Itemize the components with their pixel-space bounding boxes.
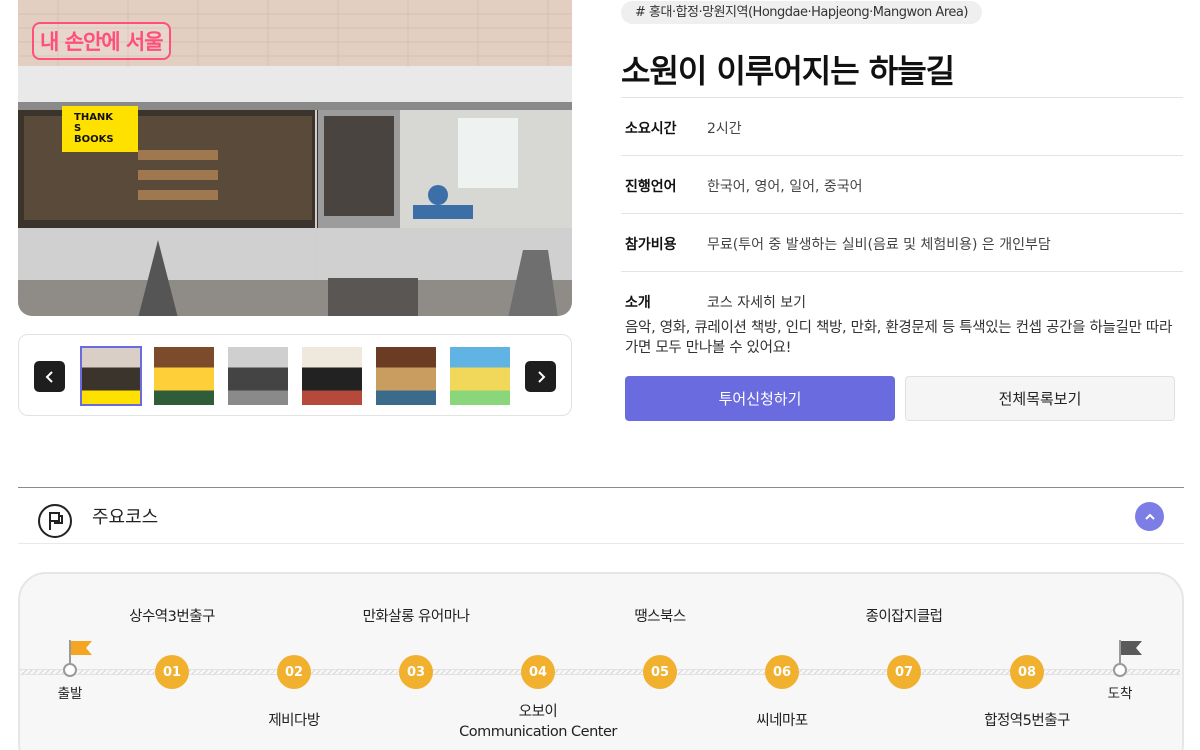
- thumbnail-illustration[interactable]: [450, 347, 510, 405]
- course-stop-label[interactable]: 땡스북스: [634, 607, 686, 627]
- course-stop-label[interactable]: 만화살롱 유어마나: [363, 607, 470, 627]
- thumbnail-poster-wall[interactable]: [302, 347, 362, 405]
- language-label: 진행언어: [625, 179, 677, 195]
- store-sign: THANK S BOOKS: [62, 106, 138, 152]
- course-stop-08[interactable]: 08: [1010, 655, 1044, 689]
- divider: [621, 97, 1183, 98]
- end-label: 도착: [1107, 686, 1133, 702]
- apply-tour-button[interactable]: 투어신청하기: [625, 376, 895, 421]
- page-title: 소원이 이루어지는 하늘길: [621, 52, 955, 90]
- watermark-logo: 내 손안에 서울: [32, 22, 171, 60]
- language-value: 한국어, 영어, 일어, 중국어: [707, 179, 863, 195]
- cost-label: 참가비용: [625, 237, 677, 253]
- course-stop-07[interactable]: 07: [887, 655, 921, 689]
- duration-value: 2시간: [707, 121, 742, 137]
- course-stop-label[interactable]: 오보이 Communication Center: [459, 702, 617, 742]
- thumbnail-bookshelf[interactable]: [376, 347, 436, 405]
- chevron-up-icon: [1144, 513, 1155, 520]
- section-divider: [18, 487, 1184, 488]
- start-point: [63, 663, 77, 677]
- course-stop-label[interactable]: 종이잡지클럽: [865, 607, 943, 627]
- divider: [621, 155, 1183, 156]
- course-stop-label[interactable]: 씨네마포: [756, 711, 808, 731]
- course-flag-icon: [38, 504, 72, 538]
- divider: [621, 271, 1183, 272]
- start-label: 출발: [57, 686, 83, 702]
- duration-label: 소요시간: [625, 121, 677, 137]
- intro-label: 소개: [625, 295, 651, 311]
- course-stop-04[interactable]: 04: [521, 655, 555, 689]
- carousel-next-button[interactable]: [525, 361, 556, 392]
- main-photo: 내 손안에 서울 THANK S BOOKS: [18, 0, 572, 316]
- course-stop-label[interactable]: 상수역3번출구: [129, 607, 215, 627]
- course-stop-03[interactable]: 03: [399, 655, 433, 689]
- chevron-left-icon: [45, 370, 53, 383]
- section-divider: [18, 543, 1184, 544]
- collapse-section-button[interactable]: [1135, 502, 1164, 531]
- route-line: [20, 669, 1180, 675]
- thumbnail-thanks-books-storefront[interactable]: [80, 346, 142, 406]
- course-stop-02[interactable]: 02: [277, 655, 311, 689]
- divider: [621, 213, 1183, 214]
- area-tag[interactable]: # 홍대·합정·망원지역(Hongdae·Hapjeong·Mangwon Ar…: [621, 1, 982, 24]
- chevron-right-icon: [537, 370, 545, 383]
- intro-description: 음악, 영화, 큐레이션 책방, 인디 책방, 만화, 환경문제 등 특색있는 …: [625, 320, 1173, 356]
- carousel-prev-button[interactable]: [34, 361, 65, 392]
- course-stop-05[interactable]: 05: [643, 655, 677, 689]
- course-detail-link[interactable]: 코스 자세히 보기: [707, 292, 806, 312]
- course-stop-06[interactable]: 06: [765, 655, 799, 689]
- course-stop-label[interactable]: 제비다방: [268, 711, 320, 731]
- cost-value: 무료(투어 중 발생하는 실비(음료 및 체험비용) 은 개인부담: [707, 237, 1051, 253]
- thumbnail-carousel: [18, 334, 572, 416]
- course-detail-page: 내 손안에 서울 THANK S BOOKS # 홍대·합정·망원지역(Hong…: [0, 0, 1200, 750]
- course-section-title: 주요코스: [92, 507, 159, 528]
- thumbnail-street-view[interactable]: [228, 347, 288, 405]
- end-point: [1113, 663, 1127, 677]
- course-stop-01[interactable]: 01: [155, 655, 189, 689]
- thumbnail-shop-interior[interactable]: [154, 347, 214, 405]
- course-stop-label[interactable]: 합정역5번출구: [984, 711, 1070, 731]
- view-all-list-button[interactable]: 전체목록보기: [905, 376, 1175, 421]
